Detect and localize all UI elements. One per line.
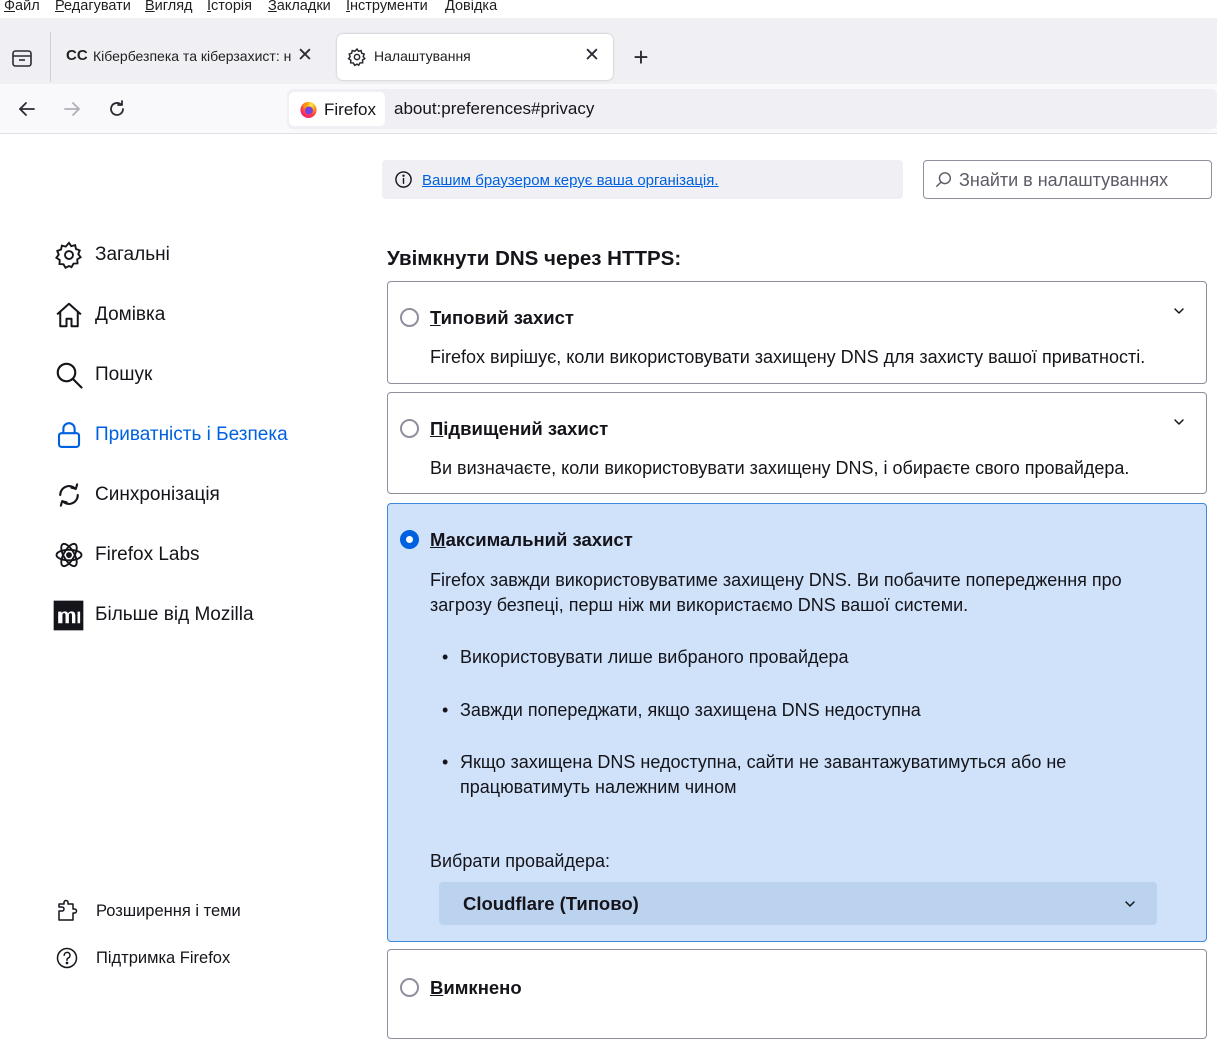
chevron-down-icon[interactable]: [1172, 304, 1186, 318]
chevron-down-icon[interactable]: [1172, 415, 1186, 429]
atom-icon: [53, 540, 84, 571]
url-text[interactable]: about:preferences#privacy: [394, 99, 594, 119]
category-label: Домівка: [95, 304, 166, 325]
feature-bullet: Завжди попереджати, якщо захищена DNS не…: [430, 698, 1170, 723]
category-home[interactable]: Домівка: [53, 298, 165, 332]
footer-label: Підтримка Firefox: [96, 948, 231, 967]
menu-bookmarks[interactable]: Закладки: [268, 0, 331, 14]
option-title: Підвищений захист: [430, 418, 609, 439]
site-favicon: CC: [66, 47, 88, 64]
dns-option-max[interactable]: Максимальний захист Firefox завжди викор…: [387, 503, 1207, 942]
radio-button[interactable]: [400, 419, 419, 438]
close-tab-icon[interactable]: ✕: [581, 45, 603, 67]
identity-label: Firefox: [324, 100, 376, 119]
reload-button[interactable]: [103, 95, 131, 123]
provider-select[interactable]: Cloudflare (Типово): [439, 882, 1157, 925]
tab-separator: [50, 32, 51, 82]
radio-button[interactable]: [400, 308, 419, 327]
option-title: Типовий захист: [430, 307, 574, 328]
menu-tools[interactable]: Інструменти: [346, 0, 428, 14]
dns-option-increased[interactable]: Підвищений захист Ви визначаєте, коли ви…: [387, 392, 1207, 494]
dns-heading: Увімкнути DNS через HTTPS:: [387, 247, 682, 270]
category-label: Пошук: [95, 364, 153, 385]
chevron-down-icon: [1123, 897, 1137, 911]
category-label: Більше від Mozilla: [95, 604, 254, 625]
category-more-from-mozilla[interactable]: Більше від Mozilla: [53, 598, 254, 632]
info-icon: [394, 170, 413, 189]
feature-bullet: Використовувати лише вибраного провайдер…: [430, 645, 1170, 670]
lock-icon: [53, 420, 84, 451]
option-title: Максимальний захист: [430, 529, 633, 550]
url-bar[interactable]: Firefox about:preferences#privacy: [287, 89, 1217, 129]
home-icon: [53, 300, 84, 331]
help-icon: [55, 946, 79, 970]
identity-box[interactable]: Firefox: [289, 92, 385, 126]
back-button[interactable]: [13, 95, 41, 123]
tab-cyber-security[interactable]: CC Кібербезпека та кіберзахист: н ✕: [58, 34, 326, 80]
category-label: Приватність і Безпека: [95, 424, 288, 445]
firefox-logo-icon: [299, 100, 318, 119]
option-description: Firefox завжди використовуватиме захищен…: [430, 570, 1122, 615]
tab-settings[interactable]: Налаштування ✕: [337, 34, 613, 80]
support-link[interactable]: Підтримка Firefox: [55, 945, 230, 971]
option-description: Firefox вирішує, коли використовувати за…: [430, 347, 1146, 367]
sync-icon: [53, 480, 84, 511]
footer-label: Розширення і теми: [96, 901, 241, 920]
close-tab-icon[interactable]: ✕: [294, 45, 316, 67]
tab-title: Налаштування: [374, 48, 471, 64]
tab-overview-icon[interactable]: [10, 46, 34, 70]
menubar: Файл Редагувати Вигляд Історія Закладки …: [0, 0, 1217, 18]
category-label: Синхронізація: [95, 484, 220, 505]
policy-link[interactable]: Вашим браузером керує ваша організація.: [422, 172, 719, 189]
option-description: Ви визначаєте, коли використовувати захи…: [430, 458, 1130, 478]
search-icon: [935, 171, 953, 189]
addons-link[interactable]: Розширення і теми: [55, 898, 241, 924]
provider-value: Cloudflare (Типово): [463, 893, 639, 914]
dns-option-default[interactable]: Типовий захист Firefox вирішує, коли вик…: [387, 281, 1207, 384]
radio-button-checked[interactable]: [400, 530, 419, 549]
puzzle-icon: [55, 899, 79, 923]
category-sync[interactable]: Синхронізація: [53, 478, 220, 512]
settings-search-input[interactable]: Знайти в налаштуваннях: [923, 160, 1212, 199]
menu-edit[interactable]: Редагувати: [55, 0, 131, 14]
category-privacy[interactable]: Приватність і Безпека: [53, 418, 288, 452]
feature-bullet: Якщо захищена DNS недоступна, сайти не з…: [430, 750, 1110, 800]
navigation-toolbar: Firefox about:preferences#privacy: [0, 84, 1217, 134]
new-tab-button[interactable]: +: [628, 44, 654, 71]
radio-button[interactable]: [400, 978, 419, 997]
tab-bar: CC Кібербезпека та кіберзахист: н ✕ Нала…: [0, 18, 1217, 84]
gear-icon: [53, 240, 84, 271]
menu-file[interactable]: Файл: [4, 0, 40, 14]
policy-notice: Вашим браузером керує ваша організація.: [382, 160, 903, 199]
search-icon: [53, 360, 84, 391]
menu-help[interactable]: Довідка: [445, 0, 497, 14]
forward-button[interactable]: [58, 95, 86, 123]
provider-label: Вибрати провайдера:: [430, 851, 611, 871]
option-title: Вимкнено: [430, 977, 522, 998]
category-firefox-labs[interactable]: Firefox Labs: [53, 538, 200, 572]
category-label: Firefox Labs: [95, 544, 200, 565]
menu-history[interactable]: Історія: [207, 0, 252, 14]
dns-option-off[interactable]: Вимкнено: [387, 949, 1207, 1039]
gear-icon: [347, 47, 367, 67]
search-placeholder: Знайти в налаштуваннях: [959, 170, 1169, 190]
category-search[interactable]: Пошук: [53, 358, 152, 392]
category-general[interactable]: Загальні: [53, 238, 170, 272]
menu-view[interactable]: Вигляд: [145, 0, 193, 14]
mozilla-icon: [53, 600, 84, 631]
tab-title: Кібербезпека та кіберзахист: н: [93, 48, 292, 64]
category-label: Загальні: [95, 244, 170, 265]
